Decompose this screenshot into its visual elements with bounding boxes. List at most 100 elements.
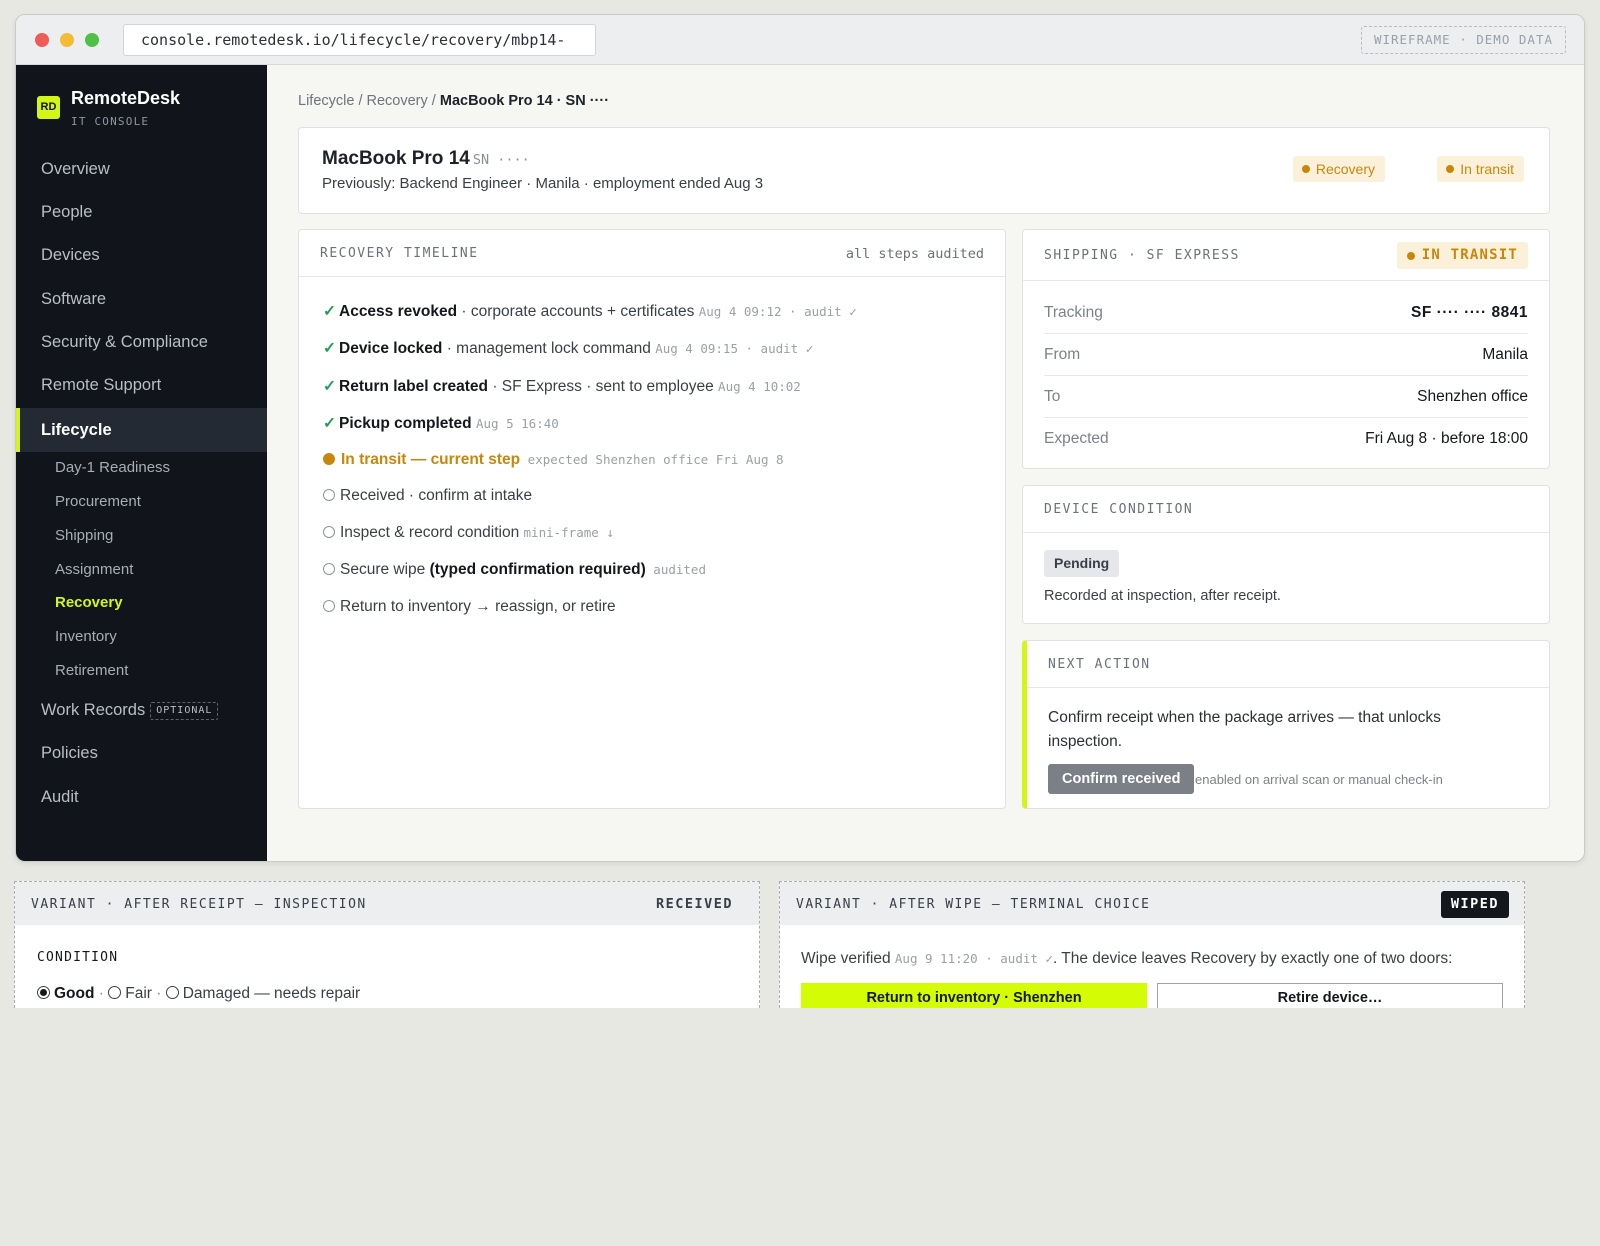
step-title: In transit — current step <box>341 451 521 468</box>
device-header-card: MacBook Pro 14 SN ···· Previously: Backen… <box>298 127 1550 214</box>
step-detail: Received · confirm at intake <box>340 487 533 504</box>
device-serial: SN ···· <box>472 152 530 168</box>
step-detail: · management lock command <box>442 340 656 357</box>
variant-after-wipe-panel: VARIANT · AFTER WIPE — TERMINAL CHOICE W… <box>779 881 1525 1008</box>
url-bar[interactable]: console.remotedesk.io/lifecycle/recovery… <box>123 24 596 79</box>
sub-item-day1-readiness[interactable]: Day-1 Readiness <box>16 451 267 485</box>
minimize-window-icon[interactable] <box>60 33 74 47</box>
sub-item-procurement[interactable]: Procurement <box>16 485 267 519</box>
pending-step-icon <box>323 489 335 501</box>
option-label: Fair <box>125 985 152 1002</box>
step-detail: · SF Express · sent to employee <box>488 378 719 395</box>
variant-header: VARIANT · AFTER WIPE — TERMINAL CHOICE W… <box>780 882 1524 925</box>
shipping-row-from: From Manila <box>1044 334 1528 376</box>
wiped-status-tag: WIPED <box>1440 891 1509 918</box>
nav-item-policies[interactable]: Policies <box>16 731 267 775</box>
sidebar: RD RemoteDesk IT CONSOLE Overview People… <box>16 65 267 861</box>
step-title: Pickup completed <box>339 415 472 432</box>
variant-after-receipt-panel: VARIANT · AFTER RECEIPT — INSPECTION REC… <box>14 881 760 1008</box>
maximize-window-icon[interactable] <box>85 33 99 47</box>
status-badge-in-transit: In transit <box>1437 156 1524 182</box>
confirm-received-button[interactable]: Confirm received <box>1048 764 1195 794</box>
sub-item-retirement[interactable]: Retirement <box>16 654 267 688</box>
next-action-card: NEXT ACTION Confirm receipt when the pac… <box>1022 640 1550 809</box>
timeline-header: RECOVERY TIMELINE all steps audited <box>299 230 1005 277</box>
field-value: Shenzhen office <box>1417 388 1528 405</box>
breadcrumb-lifecycle[interactable]: Lifecycle <box>298 93 354 109</box>
field-label: Tracking <box>1044 304 1103 321</box>
radio-good[interactable] <box>37 986 50 999</box>
variant-header: VARIANT · AFTER RECEIPT — INSPECTION REC… <box>15 882 759 925</box>
field-label: Expected <box>1044 430 1109 447</box>
step-detail: Inspect & record condition <box>340 524 524 541</box>
browser-window: console.remotedesk.io/lifecycle/recovery… <box>15 14 1585 862</box>
breadcrumb: Lifecycle / Recovery / MacBook Pro 14 · … <box>298 93 609 109</box>
wipe-line-end: . The device leaves Recovery by exactly … <box>1052 950 1453 967</box>
status-badge-recovery: Recovery <box>1292 156 1385 182</box>
pending-step-icon <box>323 563 335 575</box>
step-note: mini-frame ↓ <box>523 525 614 540</box>
brand-logo: RD <box>37 96 60 119</box>
nav-item-people[interactable]: People <box>16 190 267 234</box>
step-note: audited <box>645 562 706 577</box>
brand-subtitle: IT CONSOLE <box>71 115 150 128</box>
device-title: MacBook Pro 14 SN ···· <box>322 148 530 170</box>
timeline-step-inspect: Inspect & record condition mini-frame ↓ <box>323 524 614 542</box>
variant-title: VARIANT · AFTER WIPE — TERMINAL CHOICE <box>796 897 1151 912</box>
nav-item-devices[interactable]: Devices <box>16 233 267 277</box>
condition-title: DEVICE CONDITION <box>1044 502 1194 517</box>
step-detail: Secure wipe <box>340 561 430 578</box>
tracking-number[interactable]: SF ···· ···· 8841 <box>1411 292 1528 334</box>
timeline-step-pickup-completed: ✓ Pickup completed Aug 5 16:40 <box>323 414 559 433</box>
close-window-icon[interactable] <box>35 33 49 47</box>
timeline-step-return-label: ✓ Return label created · SF Express · sen… <box>323 377 801 396</box>
sub-item-shipping[interactable]: Shipping <box>16 519 267 553</box>
radio-fair[interactable] <box>108 986 122 999</box>
device-previous-owner: Previously: Backend Engineer · Manila · … <box>322 175 764 192</box>
condition-radio-group: Good · Fair · Damaged — needs repair <box>37 985 360 1003</box>
nav-item-work-records[interactable]: Work Records OPTIONAL <box>16 688 267 732</box>
pending-step-icon <box>323 526 335 538</box>
nav-item-security-compliance[interactable]: Security & Compliance <box>16 320 267 364</box>
device-name: MacBook Pro 14 <box>322 148 470 169</box>
nav-item-remote-support[interactable]: Remote Support <box>16 363 267 407</box>
breadcrumb-recovery[interactable]: Recovery <box>367 93 428 109</box>
next-action-title: NEXT ACTION <box>1048 657 1151 672</box>
recovery-timeline-card: RECOVERY TIMELINE all steps audited ✓ Acc… <box>298 229 1006 809</box>
wipe-timestamp: Aug 9 11:20 · audit ✓ <box>894 951 1053 966</box>
shipping-header: SHIPPING · SF EXPRESS IN TRANSIT <box>1023 230 1549 281</box>
check-icon: ✓ <box>323 303 336 320</box>
step-requirement: (typed confirmation required) <box>429 561 646 578</box>
check-icon: ✓ <box>323 378 336 395</box>
shipping-row-expected: Expected Fri Aug 8 · before 18:00 <box>1044 418 1528 460</box>
condition-note: Recorded at inspection, after receipt. <box>1044 588 1281 604</box>
timeline-step-secure-wipe: Secure wipe (typed confirmation required… <box>323 561 706 579</box>
sub-item-assignment[interactable]: Assignment <box>16 553 267 587</box>
sub-item-inventory[interactable]: Inventory <box>16 620 267 654</box>
radio-damaged[interactable] <box>165 986 179 999</box>
brand-name: RemoteDesk <box>71 88 181 108</box>
timeline-step-in-transit: In transit — current step expected Shenz… <box>323 451 784 469</box>
browser-titlebar: console.remotedesk.io/lifecycle/recovery… <box>16 15 1584 79</box>
variant-status-tag: RECEIVED <box>655 896 733 912</box>
return-to-inventory-button[interactable]: Return to inventory · Shenzhen <box>801 983 1147 1008</box>
condition-status-badge: Pending <box>1044 550 1120 577</box>
step-timestamp: Aug 4 09:12 · audit ✓ <box>698 304 857 319</box>
variant-title: VARIANT · AFTER RECEIPT — INSPECTION <box>31 897 367 912</box>
field-label: From <box>1044 346 1081 363</box>
sub-item-recovery[interactable]: Recovery <box>16 586 267 620</box>
nav-item-audit[interactable]: Audit <box>16 775 267 819</box>
timeline-step-access-revoked: ✓ Access revoked · corporate accounts + c… <box>323 302 857 321</box>
shipping-row-tracking: Tracking SF ···· ···· 8841 <box>1044 292 1528 334</box>
step-detail: · corporate accounts + certificates <box>457 303 699 320</box>
nav-item-software[interactable]: Software <box>16 277 267 321</box>
wipe-verified-text: Wipe verified Aug 9 11:20 · audit ✓. The… <box>801 950 1452 968</box>
breadcrumb-separator: / <box>358 93 363 109</box>
condition-label: CONDITION <box>37 950 119 965</box>
timeline-step-device-locked: ✓ Device locked · management lock command… <box>323 339 813 358</box>
option-label: Good <box>54 985 95 1002</box>
retire-device-button[interactable]: Retire device… <box>1157 983 1503 1008</box>
nav-item-overview[interactable]: Overview <box>16 147 267 191</box>
demo-data-tag: WIREFRAME · DEMO DATA <box>1360 26 1566 54</box>
nav-item-lifecycle[interactable]: Lifecycle <box>16 408 267 452</box>
